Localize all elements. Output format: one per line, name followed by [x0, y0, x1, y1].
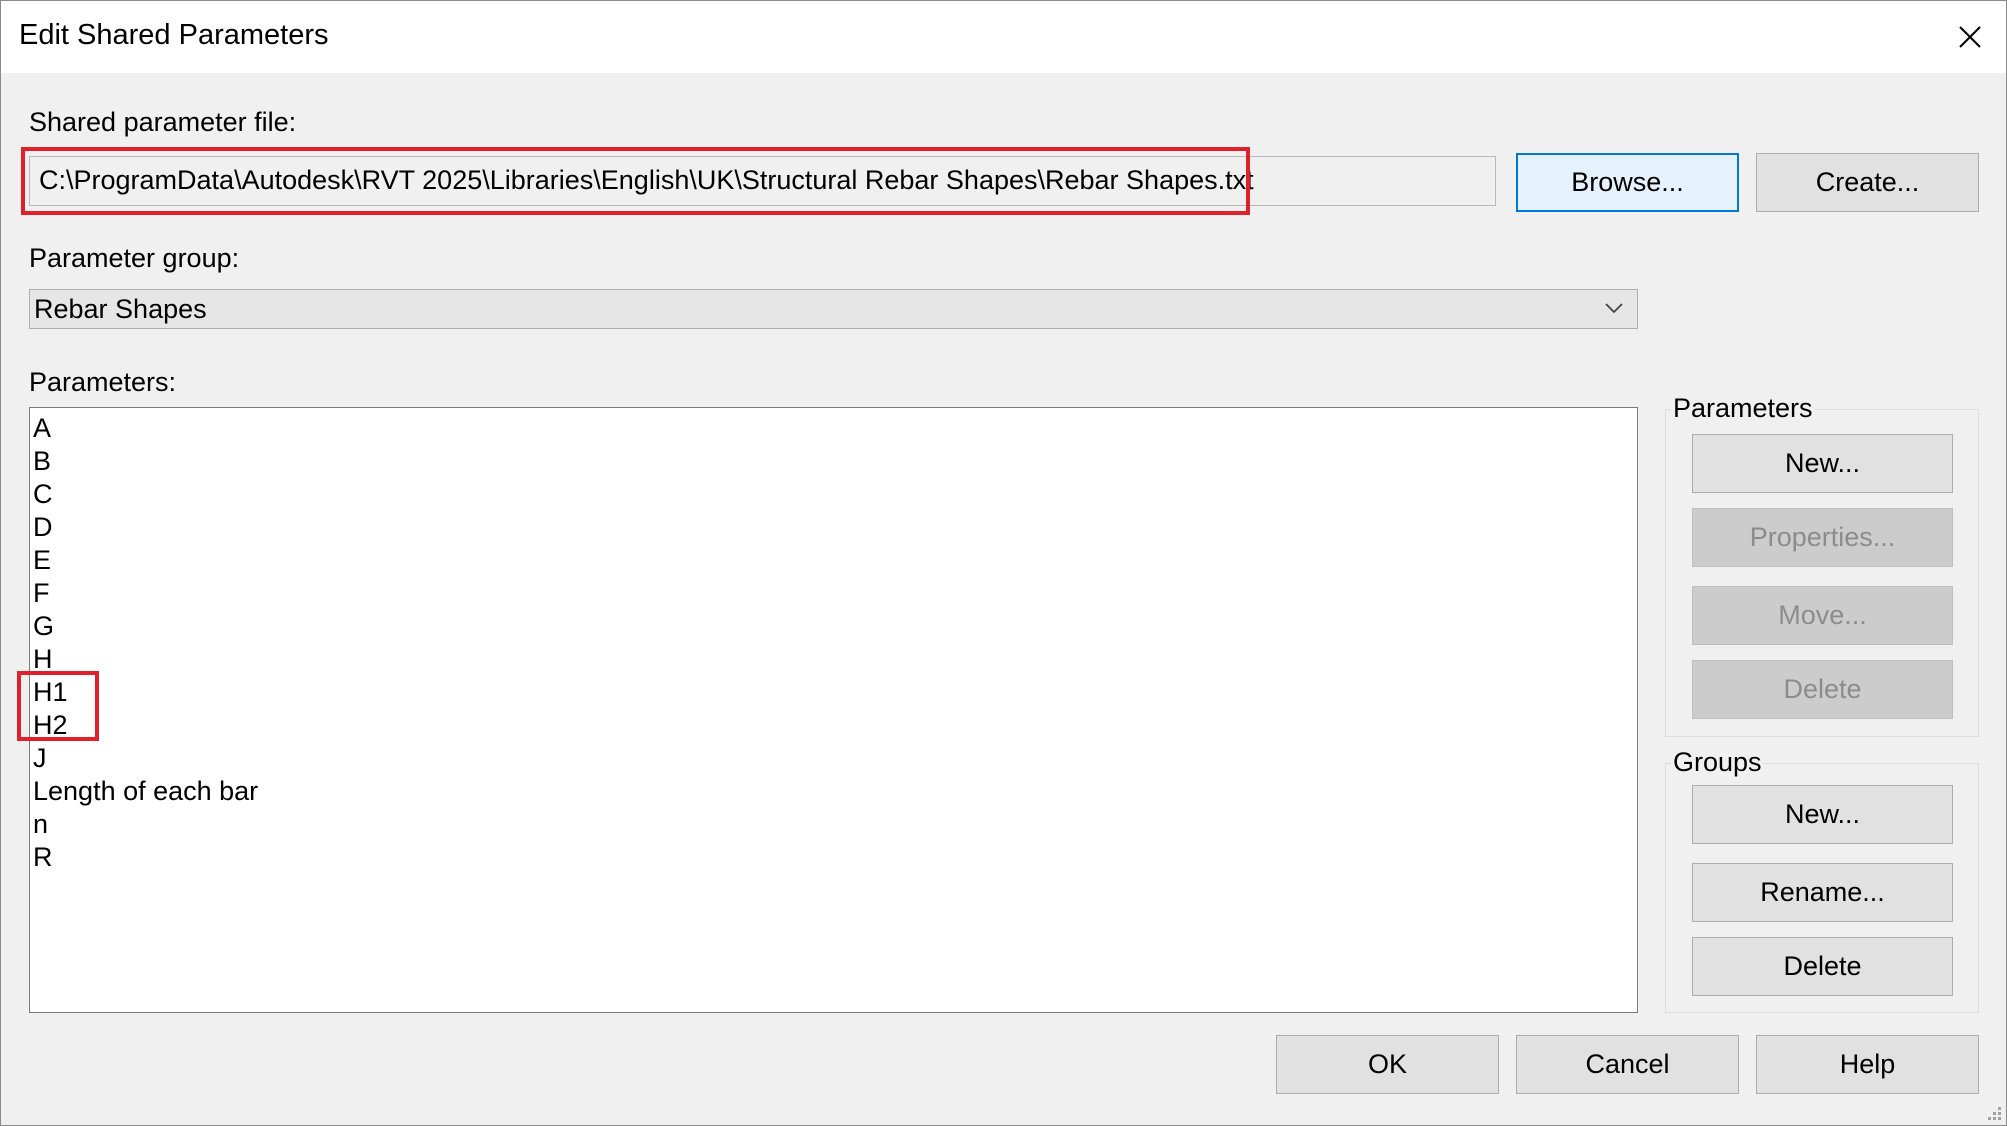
parameter-group-selected: Rebar Shapes [34, 294, 207, 324]
shared-parameter-file-field[interactable]: C:\ProgramData\Autodesk\RVT 2025\Librari… [29, 156, 1496, 206]
new-parameter-button[interactable]: New... [1692, 434, 1953, 493]
list-item[interactable]: E [33, 544, 51, 577]
edit-shared-parameters-dialog: Edit Shared Parameters Shared parameter … [0, 0, 2007, 1126]
delete-group-button[interactable]: Delete [1692, 937, 1953, 996]
rename-group-button[interactable]: Rename... [1692, 863, 1953, 922]
list-item[interactable]: R [33, 841, 53, 874]
shared-parameter-file-label: Shared parameter file: [29, 107, 297, 137]
parameter-group-label: Parameter group: [29, 243, 240, 273]
list-item[interactable]: D [33, 511, 53, 544]
list-item[interactable]: C [33, 478, 53, 511]
list-item[interactable]: F [33, 577, 50, 610]
cancel-button[interactable]: Cancel [1516, 1035, 1739, 1094]
list-item[interactable]: B [33, 445, 51, 478]
help-button[interactable]: Help [1756, 1035, 1979, 1094]
title-bar: Edit Shared Parameters [1, 1, 2006, 73]
move-button[interactable]: Move... [1692, 586, 1953, 645]
parameter-group-dropdown[interactable]: Rebar Shapes [29, 289, 1638, 329]
parameters-listbox[interactable]: A B C D E F G H H1 H2 J Length of each b… [29, 407, 1638, 1013]
list-item[interactable]: H1 [33, 676, 68, 709]
ok-button[interactable]: OK [1276, 1035, 1499, 1094]
list-item[interactable]: Length of each bar [33, 775, 258, 808]
list-item[interactable]: J [33, 742, 47, 775]
resize-grip-icon[interactable] [1986, 1105, 2002, 1121]
parameters-groupbox-title: Parameters [1671, 393, 1815, 424]
close-icon [1959, 26, 1981, 48]
list-item[interactable]: H2 [33, 709, 68, 742]
delete-parameter-button[interactable]: Delete [1692, 660, 1953, 719]
parameters-label: Parameters: [29, 367, 177, 397]
list-item[interactable]: G [33, 610, 54, 643]
window-title: Edit Shared Parameters [19, 19, 329, 51]
list-item[interactable]: H [33, 643, 53, 676]
list-item[interactable]: n [33, 808, 48, 841]
create-button[interactable]: Create... [1756, 153, 1979, 212]
browse-button[interactable]: Browse... [1516, 153, 1739, 212]
close-button[interactable] [1934, 1, 2006, 73]
new-group-button[interactable]: New... [1692, 785, 1953, 844]
chevron-down-icon [1605, 303, 1623, 314]
list-item[interactable]: A [33, 412, 51, 445]
groups-groupbox-title: Groups [1671, 747, 1764, 778]
properties-button[interactable]: Properties... [1692, 508, 1953, 567]
